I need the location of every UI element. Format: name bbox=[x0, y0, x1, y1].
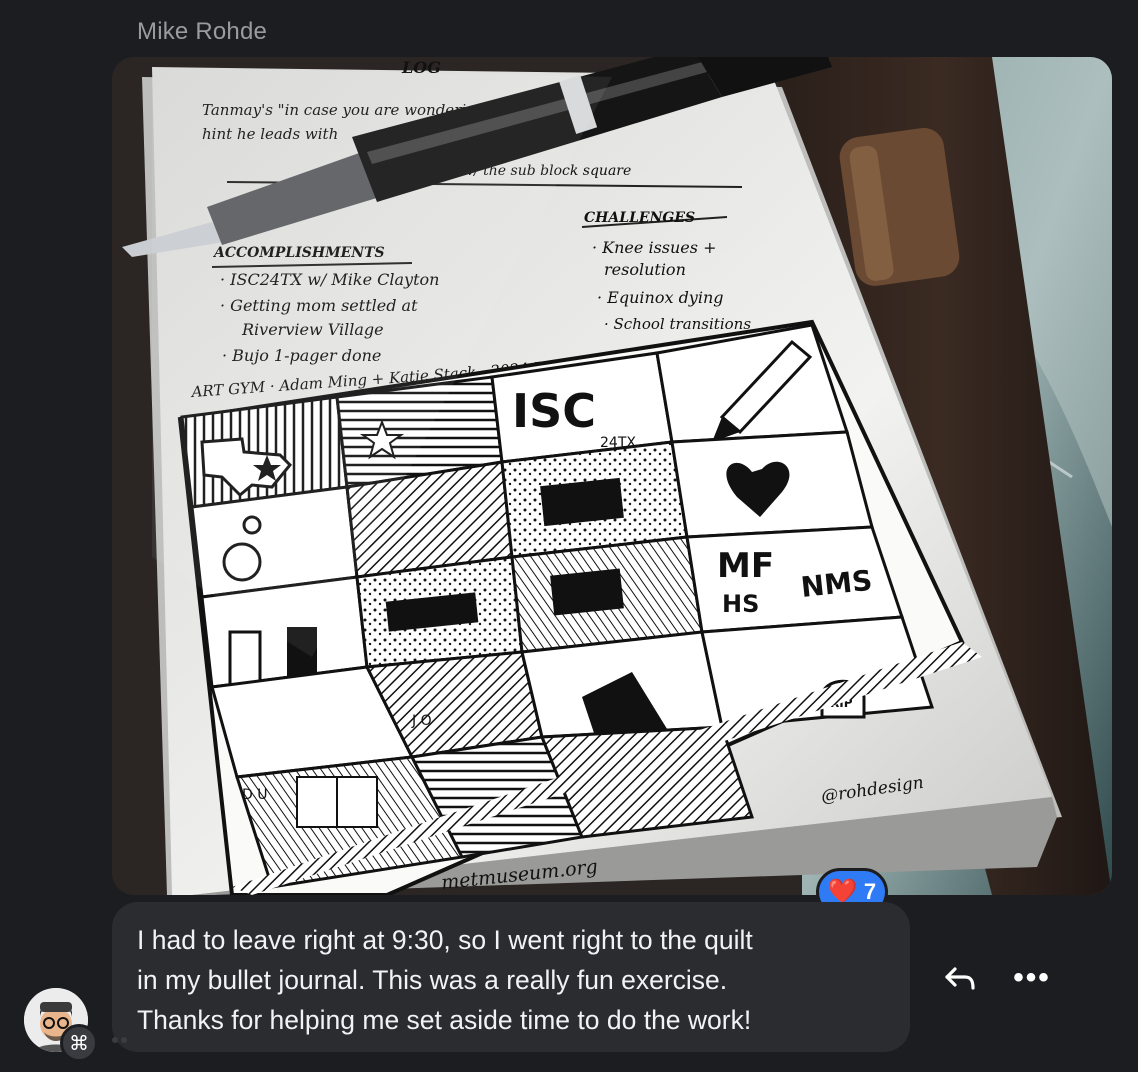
sender-name: Mike Rohde bbox=[137, 18, 268, 45]
sketch-mf: MF bbox=[717, 546, 774, 586]
message-text-line: I had to leave right at 9:30, so I went … bbox=[137, 925, 753, 955]
reply-arrow-icon bbox=[945, 967, 975, 990]
sketch-du: D U bbox=[242, 787, 267, 803]
command-key-icon: ⌘ bbox=[69, 1032, 89, 1055]
message-photo[interactable]: LOG Tanmay's "in case you are wondering"… bbox=[112, 57, 1112, 895]
heart-icon: ❤️ bbox=[827, 878, 858, 905]
message-text-line: Thanks for helping me set aside time to … bbox=[137, 1005, 752, 1035]
sketch-hs: HS bbox=[722, 590, 759, 618]
sketch-ch4: · School transitions bbox=[604, 315, 751, 333]
more-options-button[interactable]: ••• bbox=[1008, 958, 1056, 998]
typing-dots bbox=[112, 1030, 130, 1048]
sketch-isc: ISC bbox=[512, 384, 596, 438]
message-bubble: I had to leave right at 9:30, so I went … bbox=[112, 902, 910, 1052]
sketch-ch3: · Equinox dying bbox=[597, 288, 724, 307]
workspace-badge: ⌘ bbox=[60, 1024, 98, 1062]
more-dots-icon: ••• bbox=[1013, 961, 1051, 994]
sketch-jo: J O bbox=[411, 713, 432, 729]
journal-photo-illustration: LOG Tanmay's "in case you are wondering"… bbox=[112, 57, 1112, 895]
message-text-line: in my bullet journal. This was a really … bbox=[137, 965, 728, 995]
sketch-challenges: CHALLENGES bbox=[584, 210, 695, 226]
reply-button[interactable] bbox=[938, 958, 982, 998]
sketch-ch1: · Knee issues + bbox=[592, 238, 716, 257]
sketch-ch2: resolution bbox=[604, 260, 686, 279]
